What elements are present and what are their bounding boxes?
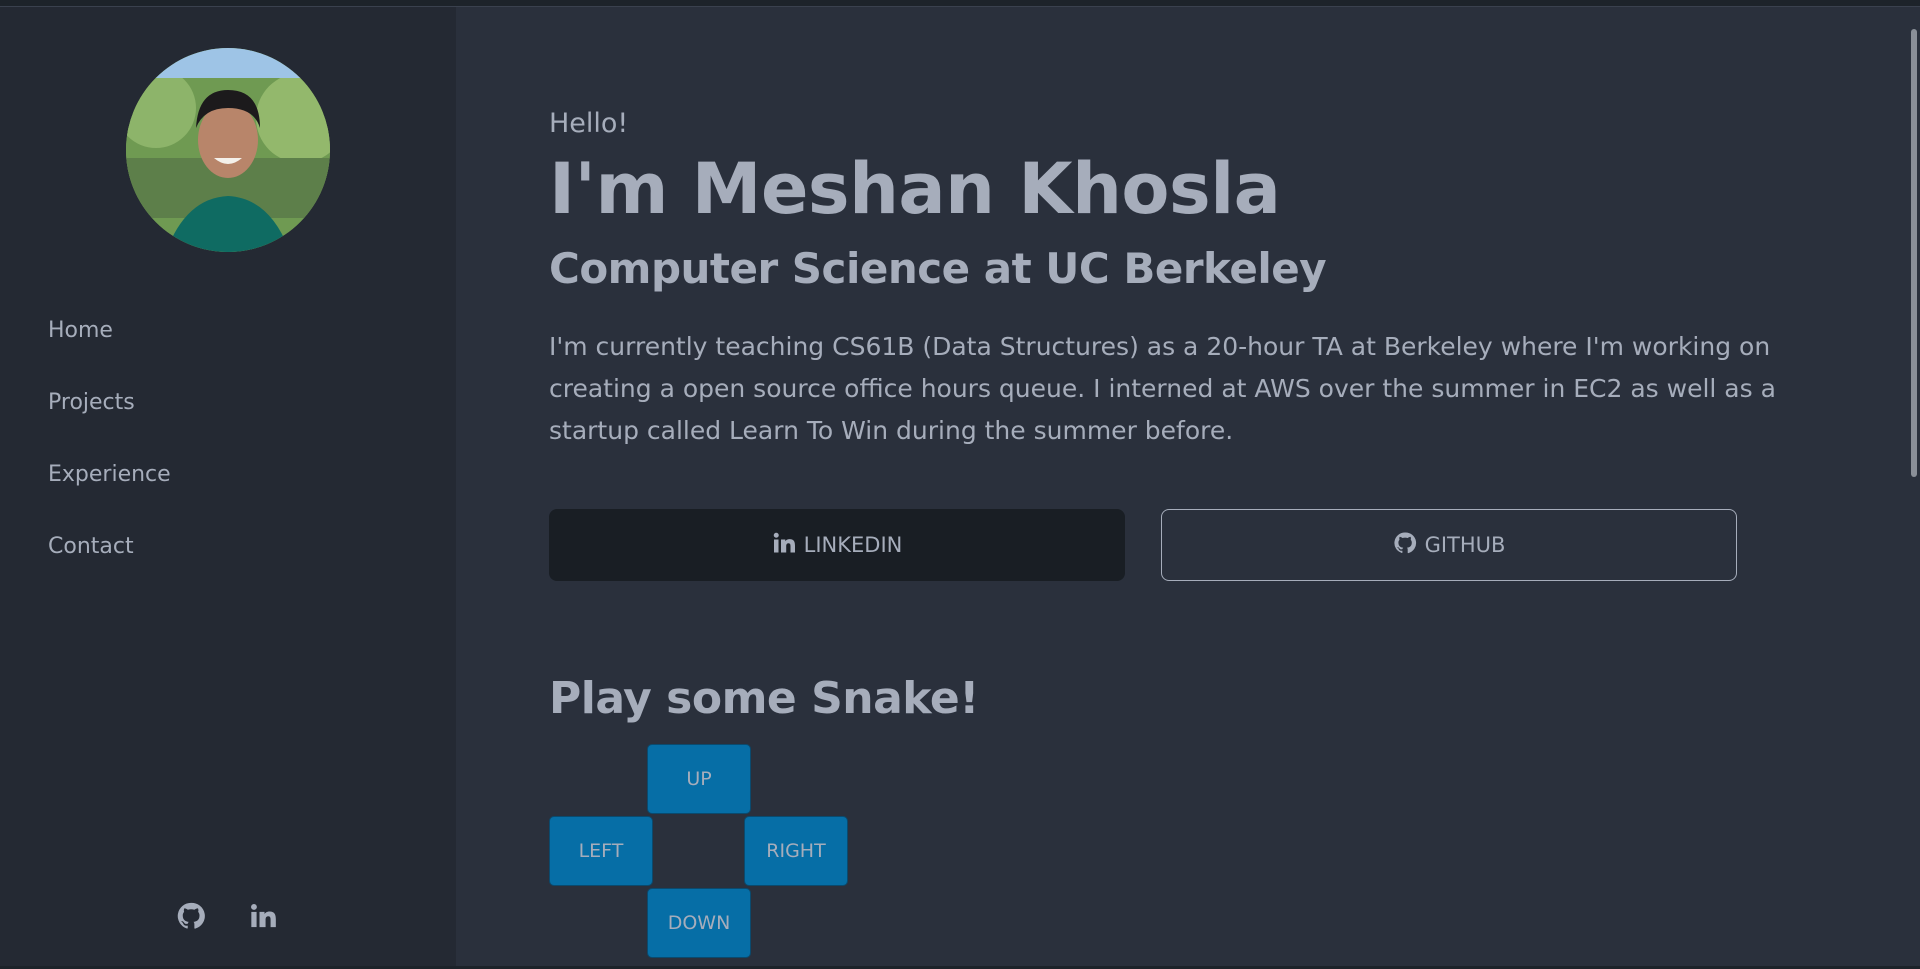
greeting: Hello! [549, 108, 629, 139]
github-icon [1393, 531, 1417, 560]
linkedin-button[interactable]: LINKEDIN [549, 509, 1125, 581]
left-button[interactable]: LEFT [549, 816, 653, 886]
subtitle: Computer Science at UC Berkeley [549, 244, 1327, 293]
scrollbar-thumb[interactable] [1911, 29, 1917, 477]
scrollbar-track[interactable] [1906, 7, 1920, 966]
snake-heading: Play some Snake! [549, 673, 979, 724]
bio-text: I'm currently teaching CS61B (Data Struc… [549, 332, 1776, 445]
avatar [126, 48, 330, 252]
window-top-bar [0, 0, 1920, 7]
nav-home[interactable]: Home [48, 309, 171, 381]
page-title: I'm Meshan Khosla [549, 148, 1281, 230]
right-button[interactable]: RIGHT [744, 816, 848, 886]
nav-experience[interactable]: Experience [48, 453, 171, 525]
github-button-label: GITHUB [1424, 533, 1506, 557]
down-button[interactable]: DOWN [647, 888, 751, 958]
sidebar-social-links [175, 900, 279, 932]
linkedin-icon [772, 531, 796, 560]
linkedin-button-label: LINKEDIN [803, 533, 903, 557]
linkedin-icon[interactable] [247, 900, 279, 932]
sidebar-nav: Home Projects Experience Contact [48, 309, 171, 597]
nav-contact[interactable]: Contact [48, 525, 171, 597]
github-button[interactable]: GITHUB [1161, 509, 1737, 581]
up-button[interactable]: UP [647, 744, 751, 814]
sidebar: Home Projects Experience Contact [0, 7, 456, 966]
github-icon[interactable] [175, 900, 207, 932]
nav-projects[interactable]: Projects [48, 381, 171, 453]
